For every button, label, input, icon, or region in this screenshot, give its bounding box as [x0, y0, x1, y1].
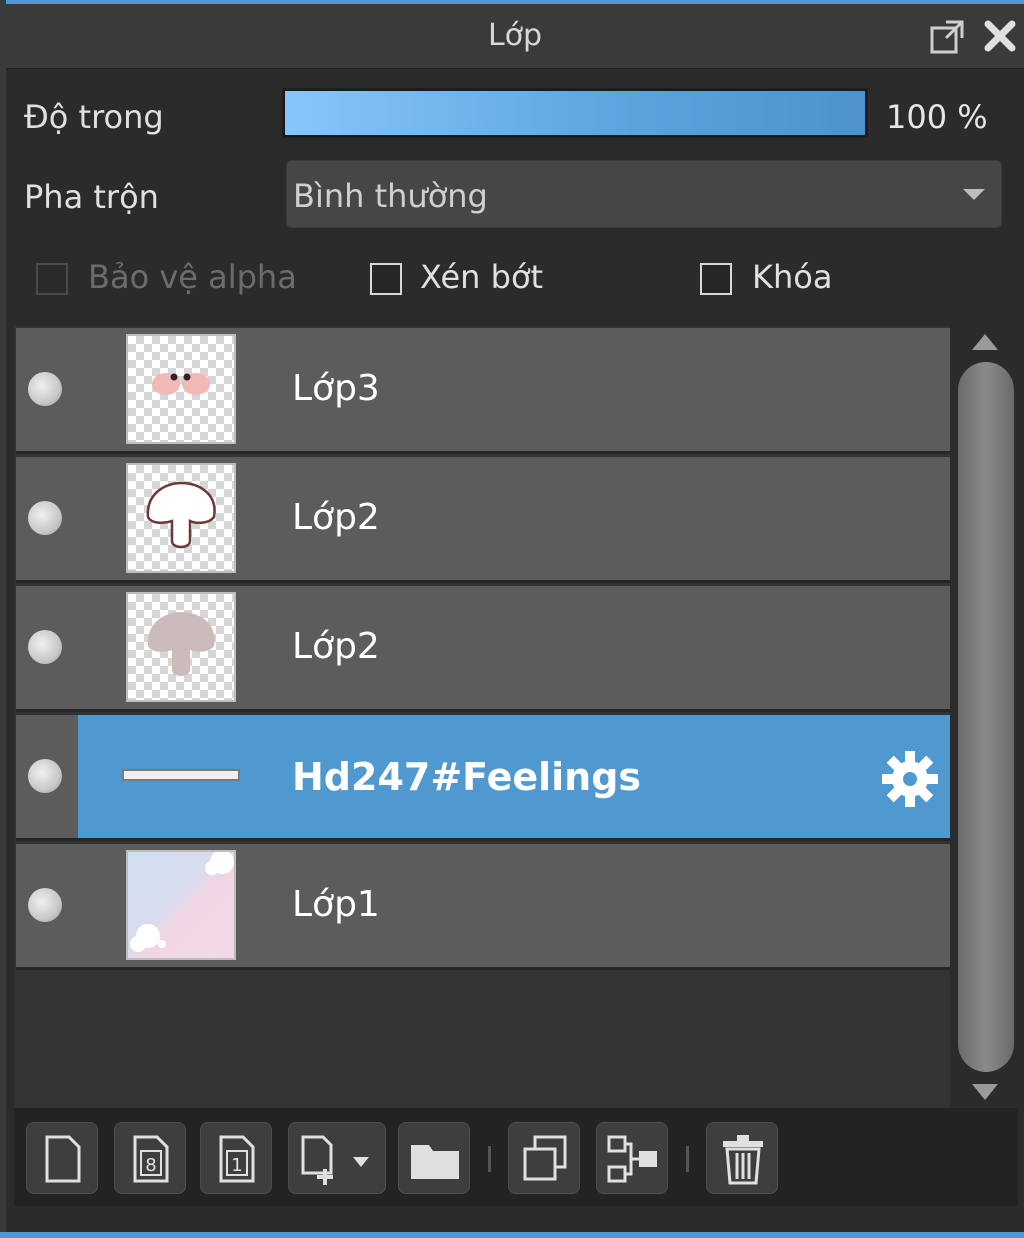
popout-icon[interactable] — [928, 16, 968, 56]
close-icon[interactable] — [978, 14, 1022, 58]
duplicate-layer-button[interactable] — [508, 1122, 580, 1194]
merge-down-icon — [607, 1135, 657, 1183]
svg-text:8: 8 — [145, 1155, 156, 1176]
opacity-slider[interactable] — [282, 88, 868, 138]
blend-mode-label: Pha trộn — [24, 178, 159, 216]
layer-toolbar: 8 1 — [14, 1108, 1018, 1206]
svg-text:1: 1 — [231, 1155, 242, 1176]
layer-thumbnail — [126, 592, 236, 702]
layer-row[interactable]: Lớp3 — [16, 328, 950, 454]
layer-name: Lớp2 — [292, 497, 380, 538]
layer-row[interactable]: Lớp2 — [16, 586, 950, 712]
layer-thumbnail — [126, 463, 236, 573]
new-1bit-layer-button[interactable]: 1 — [200, 1122, 272, 1194]
panel-title: Lớp — [487, 18, 543, 53]
new-1bit-layer-icon: 1 — [219, 1135, 255, 1183]
opacity-label: Độ trong — [24, 98, 164, 136]
add-layer-menu-button[interactable] — [288, 1122, 386, 1194]
layer-row-selected[interactable]: Hd247#Feelings — [16, 715, 950, 841]
layer-thumbnail — [126, 334, 236, 444]
merge-down-button[interactable] — [596, 1122, 668, 1194]
lock-label: Khóa — [752, 258, 833, 296]
gear-icon[interactable] — [880, 749, 940, 809]
layer-name: Lớp1 — [292, 884, 380, 925]
layer-row[interactable]: Lớp1 — [16, 844, 950, 970]
visibility-toggle[interactable] — [28, 501, 62, 535]
new-folder-button[interactable] — [398, 1122, 470, 1194]
blend-mode-select[interactable]: Bình thường — [286, 160, 1002, 228]
toolbar-separator — [686, 1146, 689, 1172]
layer-list[interactable]: Lớp3 Lớp2 Lớp2 Hd247#Feelings Lớp1 — [14, 326, 950, 1108]
scroll-up-icon[interactable] — [972, 334, 998, 350]
new-8bit-layer-icon: 8 — [133, 1135, 169, 1183]
layer-name: Hd247#Feelings — [292, 755, 642, 799]
clip-checkbox[interactable] — [370, 263, 402, 295]
visibility-toggle[interactable] — [28, 888, 62, 922]
visibility-toggle[interactable] — [28, 630, 62, 664]
duplicate-icon — [523, 1135, 567, 1181]
visibility-toggle[interactable] — [28, 372, 62, 406]
panel-left-border — [0, 0, 6, 1238]
toolbar-separator — [488, 1146, 491, 1172]
visibility-toggle[interactable] — [28, 759, 62, 793]
new-layer-button[interactable] — [26, 1122, 98, 1194]
panel-bottom-accent — [0, 1232, 1024, 1238]
new-8bit-layer-button[interactable]: 8 — [114, 1122, 186, 1194]
add-layer-menu-icon — [301, 1135, 369, 1185]
layer-row[interactable]: Lớp2 — [16, 457, 950, 583]
layer-list-scrollbar[interactable] — [954, 326, 1018, 1108]
blend-mode-value: Bình thường — [293, 177, 488, 215]
layer-name: Lớp3 — [292, 368, 380, 409]
new-layer-icon — [45, 1135, 81, 1183]
delete-layer-button[interactable] — [706, 1122, 778, 1194]
protect-alpha-checkbox[interactable] — [36, 263, 68, 295]
opacity-slider-fill — [285, 91, 865, 135]
text-layer-thumbnail — [122, 769, 240, 781]
chevron-down-icon — [963, 189, 985, 200]
layer-name: Lớp2 — [292, 626, 380, 667]
layer-thumbnail — [126, 850, 236, 960]
trash-icon — [723, 1135, 763, 1185]
protect-alpha-label: Bảo vệ alpha — [88, 258, 297, 296]
opacity-value: 100 % — [886, 98, 988, 136]
scroll-down-icon[interactable] — [972, 1084, 998, 1100]
scrollbar-thumb[interactable] — [958, 362, 1014, 1072]
lock-checkbox[interactable] — [700, 263, 732, 295]
folder-icon — [411, 1145, 459, 1179]
panel-titlebar[interactable]: Lớp — [6, 4, 1024, 69]
clip-label: Xén bớt — [420, 258, 544, 296]
